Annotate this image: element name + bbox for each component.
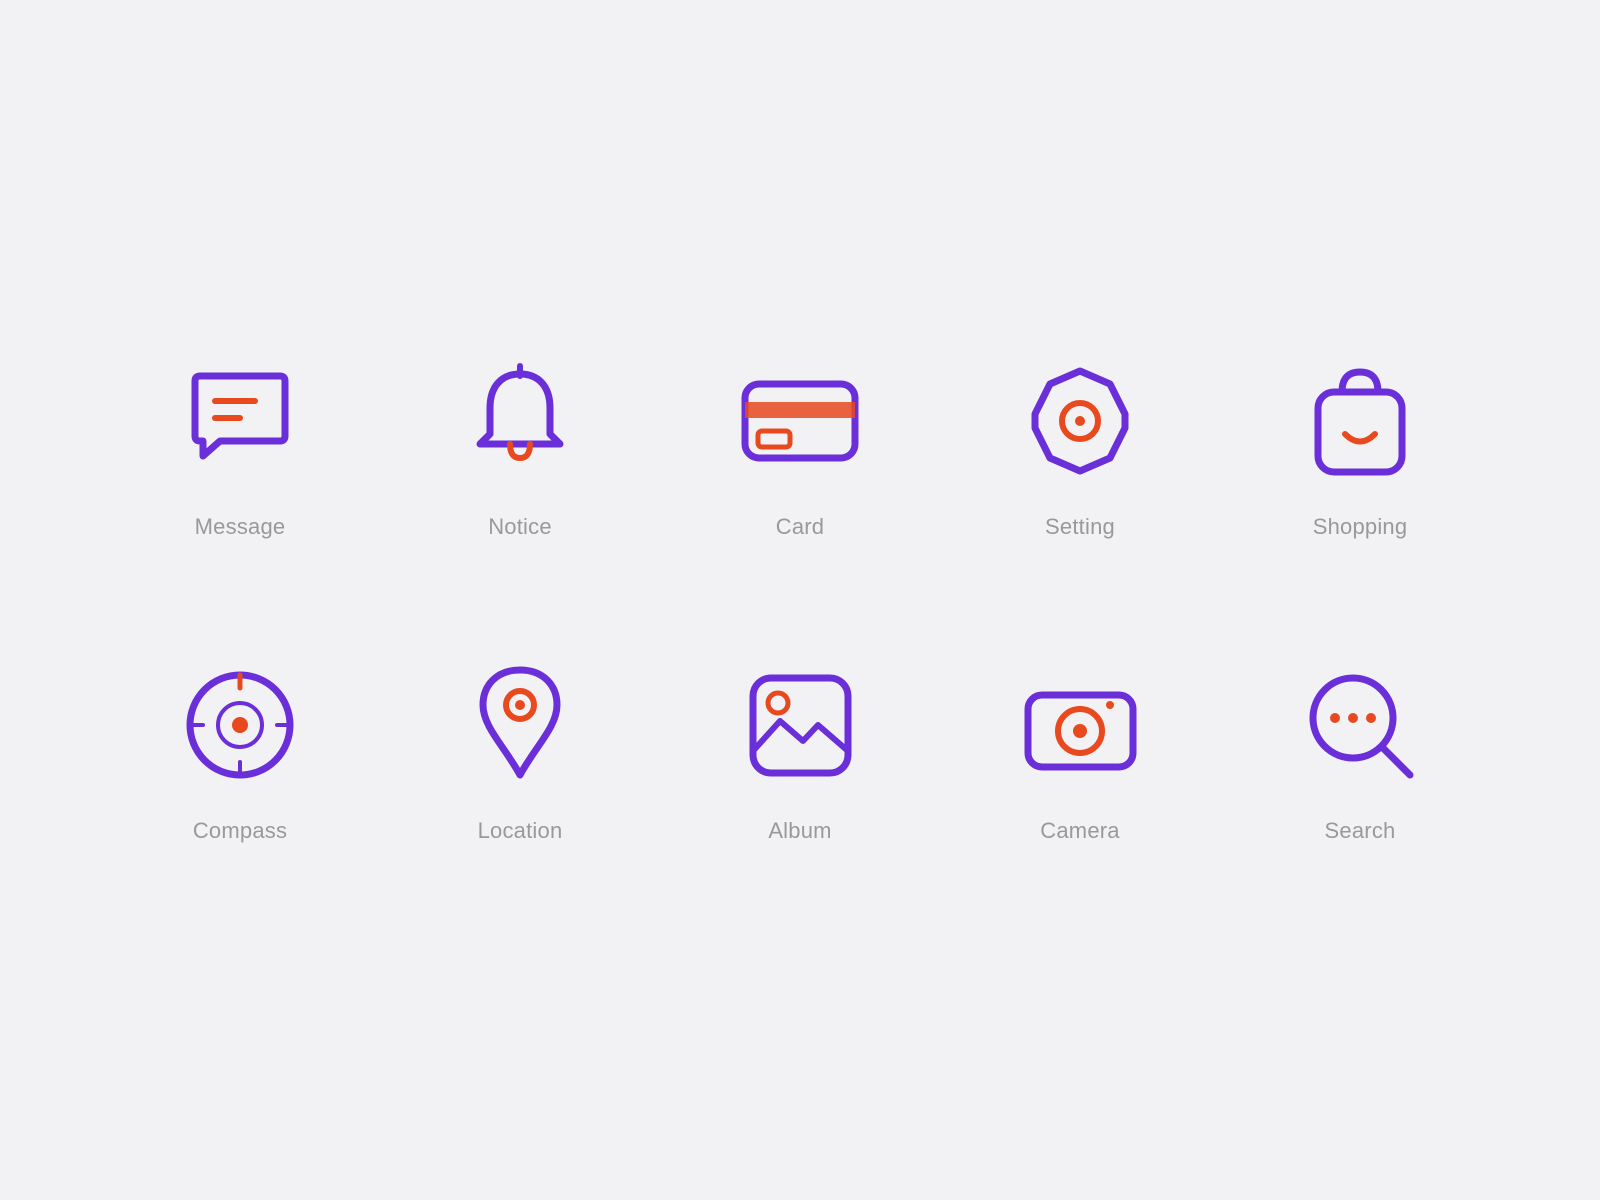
compass-icon bbox=[175, 660, 305, 790]
setting-icon bbox=[1015, 356, 1145, 486]
card-label: Card bbox=[776, 514, 825, 540]
shopping-icon bbox=[1295, 356, 1425, 486]
location-icon bbox=[455, 660, 585, 790]
message-icon bbox=[175, 356, 305, 486]
icon-item-setting: Setting bbox=[1015, 356, 1145, 540]
shopping-label: Shopping bbox=[1313, 514, 1408, 540]
icon-item-message: Message bbox=[175, 356, 305, 540]
card-icon bbox=[735, 356, 865, 486]
notice-icon bbox=[455, 356, 585, 486]
album-label: Album bbox=[768, 818, 831, 844]
icon-item-location: Location bbox=[455, 660, 585, 844]
setting-label: Setting bbox=[1045, 514, 1115, 540]
compass-label: Compass bbox=[193, 818, 287, 844]
icon-item-search: Search bbox=[1295, 660, 1425, 844]
search-label: Search bbox=[1325, 818, 1396, 844]
icon-item-shopping: Shopping bbox=[1295, 356, 1425, 540]
notice-label: Notice bbox=[488, 514, 552, 540]
message-label: Message bbox=[195, 514, 286, 540]
album-icon bbox=[735, 660, 865, 790]
icon-item-camera: Camera bbox=[1015, 660, 1145, 844]
icon-item-compass: Compass bbox=[175, 660, 305, 844]
camera-label: Camera bbox=[1040, 818, 1119, 844]
camera-icon bbox=[1015, 660, 1145, 790]
icon-item-album: Album bbox=[735, 660, 865, 844]
icon-item-card: Card bbox=[735, 356, 865, 540]
search-icon bbox=[1295, 660, 1425, 790]
icon-grid: Message Notice C bbox=[140, 356, 1460, 844]
icon-item-notice: Notice bbox=[455, 356, 585, 540]
location-label: Location bbox=[478, 818, 563, 844]
